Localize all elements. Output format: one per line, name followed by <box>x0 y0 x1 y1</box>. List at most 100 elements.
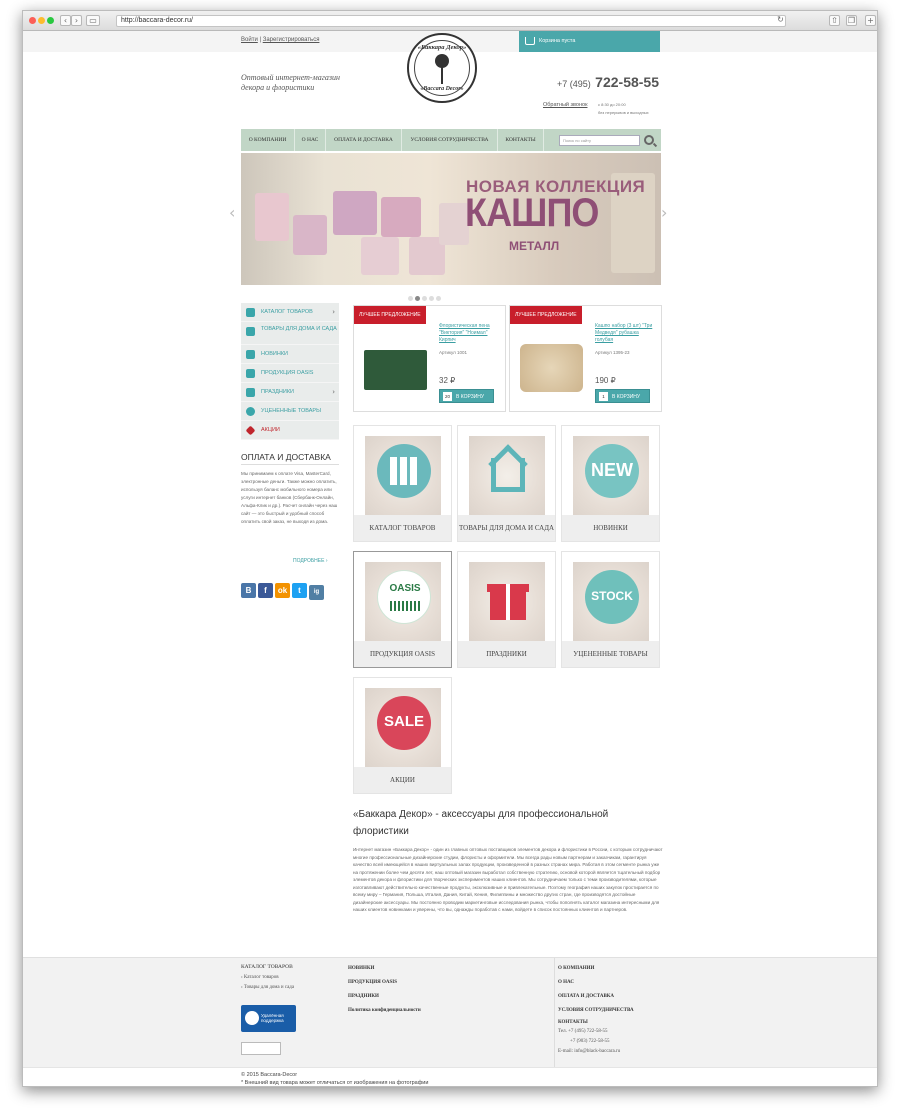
sidebar-item-holidays[interactable]: ПРАЗДНИКИ › <box>241 383 339 402</box>
category-tile-new[interactable]: NEW НОВИНКИ <box>561 425 660 542</box>
footer-col-catalog: КАТАЛОГ ТОВАРОВ › Каталог товаров › Това… <box>241 964 294 993</box>
facebook-icon[interactable]: f <box>258 583 273 598</box>
new-tab-icon[interactable]: + <box>865 15 876 26</box>
tile-label: АКЦИИ <box>354 767 451 793</box>
sidebar-item-discount[interactable]: УЦЕНЕННЫЕ ТОВАРЫ <box>241 402 339 421</box>
nav-item-terms[interactable]: УСЛОВИЯ СОТРУДНИЧЕСТВА <box>402 129 498 151</box>
slider-prev-icon[interactable]: ‹ <box>229 203 235 222</box>
category-tile-catalog[interactable]: КАТАЛОГ ТОВАРОВ <box>353 425 452 542</box>
sidebar-item-sales[interactable]: АКЦИИ <box>241 421 339 440</box>
sidebar-item-new[interactable]: НОВИНКИ <box>241 345 339 364</box>
category-tile-sales[interactable]: SALE АКЦИИ <box>353 677 452 794</box>
category-tile-holidays[interactable]: ПРАЗДНИКИ <box>457 551 556 668</box>
product-image-basket[interactable] <box>520 344 583 392</box>
footer-link[interactable]: О НАС <box>558 976 634 990</box>
add-to-cart-button[interactable]: 20 В КОРЗИНУ <box>439 389 494 403</box>
teamviewer-support-button[interactable]: Удалённая поддержка <box>241 1005 296 1032</box>
product-image-foam[interactable] <box>364 350 427 390</box>
sidebar-item-home-garden[interactable]: ТОВАРЫ ДЛЯ ДОМА И САДА <box>241 322 339 345</box>
banner-pot-image <box>381 197 421 237</box>
footer-link[interactable]: ПРОДУКЦИЯ OASIS <box>348 976 421 990</box>
footer-link[interactable]: О КОМПАНИИ <box>558 962 634 976</box>
slider-next-icon[interactable]: › <box>661 203 667 222</box>
add-to-cart-label: В КОРЗИНУ <box>456 394 485 400</box>
slider-dot[interactable] <box>429 296 434 301</box>
category-tile-home-garden[interactable]: ТОВАРЫ ДЛЯ ДОМА И САДА <box>457 425 556 542</box>
quantity-field[interactable]: 20 <box>443 392 452 401</box>
footer-link[interactable]: УСЛОВИЯ СОТРУДНИЧЕСТВА <box>558 1004 634 1018</box>
twitter-icon[interactable]: t <box>292 583 307 598</box>
circle-text: OASIS <box>389 583 421 594</box>
stock-icon: STOCK <box>585 570 639 624</box>
slider-dot[interactable] <box>422 296 427 301</box>
footer-link[interactable]: ПРАЗДНИКИ <box>348 990 421 1004</box>
category-tile-oasis[interactable]: OASIS ПРОДУКЦИЯ OASIS <box>353 551 452 668</box>
tile-image <box>469 562 545 642</box>
search-input[interactable]: Поиск по сайту <box>559 135 640 146</box>
payment-more-link[interactable]: ПОДРОБНЕЕ › <box>293 558 328 564</box>
minimize-window-icon[interactable] <box>38 17 45 24</box>
slider-dot[interactable] <box>408 296 413 301</box>
address-bar[interactable]: http://baccara-decor.ru/ <box>116 15 786 27</box>
footer-link-label: Товары для дома и сада <box>243 985 295 990</box>
callback-link[interactable]: Обратный звонок <box>543 102 587 108</box>
hero-banner[interactable]: НОВАЯ КОЛЛЕКЦИЯ КАШПО МЕТАЛЛ <box>241 153 661 285</box>
auth-separator: | <box>259 37 262 43</box>
category-sidebar: КАТАЛОГ ТОВАРОВ › ТОВАРЫ ДЛЯ ДОМА И САДА … <box>241 303 339 440</box>
banner-line-3: МЕТАЛЛ <box>509 239 560 253</box>
product-price: 190 ₽ <box>595 376 616 385</box>
search-icon[interactable] <box>644 135 654 145</box>
footer-link[interactable]: › Товары для дома и сада <box>241 983 294 993</box>
register-link[interactable]: Зарегистрироваться <box>263 37 320 43</box>
back-icon[interactable]: ‹ <box>60 15 71 26</box>
nav-item-about[interactable]: О НАС <box>295 129 326 151</box>
cart-label: Корзина пуста <box>539 38 576 44</box>
instagram-icon[interactable]: ig <box>309 585 324 600</box>
site-tagline: Оптовый интернет-магазин декора и флорис… <box>241 73 340 93</box>
circle-text: SALE <box>383 713 424 730</box>
sidebar-item-catalog[interactable]: КАТАЛОГ ТОВАРОВ › <box>241 303 339 322</box>
banner-pot-image <box>255 193 289 241</box>
close-window-icon[interactable] <box>29 17 36 24</box>
quantity-field[interactable]: 1 <box>599 392 608 401</box>
site-logo[interactable]: «Баккара Декор» «Baccara Decor» <box>407 33 477 103</box>
reload-icon[interactable]: ↻ <box>775 15 786 26</box>
tile-image: STOCK <box>573 562 649 642</box>
slider-dot-active[interactable] <box>415 296 420 301</box>
odnoklassniki-icon[interactable]: ok <box>275 583 290 598</box>
category-tile-discount[interactable]: STOCK УЦЕНЕННЫЕ ТОВАРЫ <box>561 551 660 668</box>
footer-email[interactable]: E-mail: info@black-baccara.ru <box>558 1047 634 1057</box>
rose-icon <box>435 54 449 68</box>
sidebar-toggle-icon[interactable]: ▭ <box>86 15 100 26</box>
visitor-counter[interactable] <box>241 1042 281 1055</box>
sidebar-item-oasis[interactable]: ПРОДУКЦИЯ OASIS <box>241 364 339 383</box>
product-name-link[interactable]: Флористическая пена "Виктория" "Ноимал" … <box>439 323 499 344</box>
tree-icon <box>246 369 255 378</box>
best-offer-badge: ЛУЧШЕЕ ПРЕДЛОЖЕНИЕ <box>510 306 582 324</box>
tagline-line-1: Оптовый интернет-магазин <box>241 73 340 82</box>
login-link[interactable]: Войти <box>241 37 258 43</box>
tabs-icon[interactable]: ❐ <box>846 15 857 26</box>
footer-link[interactable]: НОВИНКИ <box>348 962 421 976</box>
product-name-link[interactable]: Кашпо набор (3 шт) "Три Медведя" рубашка… <box>595 323 655 344</box>
nav-item-contacts[interactable]: КОНТАКТЫ <box>498 129 544 151</box>
zoom-window-icon[interactable] <box>47 17 54 24</box>
footer-link[interactable]: › Каталог товаров <box>241 973 294 983</box>
tile-label: КАТАЛОГ ТОВАРОВ <box>354 515 451 541</box>
forward-icon[interactable]: › <box>71 15 82 26</box>
house-icon <box>246 327 255 336</box>
sidebar-item-label: НОВИНКИ <box>261 351 289 357</box>
nav-item-delivery[interactable]: ОПЛАТА И ДОСТАВКА <box>326 129 402 151</box>
cart-button[interactable]: Корзина пуста <box>519 31 660 52</box>
vk-icon[interactable]: В <box>241 583 256 598</box>
share-icon[interactable]: ⇧ <box>829 15 840 26</box>
add-to-cart-button[interactable]: 1 В КОРЗИНУ <box>595 389 650 403</box>
footer-link[interactable]: Политика конфиденциальности <box>348 1004 421 1018</box>
footer-link[interactable]: ОПЛАТА И ДОСТАВКА <box>558 990 634 1004</box>
sidebar-item-label: КАТАЛОГ ТОВАРОВ <box>261 309 313 315</box>
footer-link[interactable]: КОНТАКТЫ <box>558 1018 634 1027</box>
slider-dot[interactable] <box>436 296 441 301</box>
nav-item-company[interactable]: О КОМПАНИИ <box>241 129 295 151</box>
offer-card: ЛУЧШЕЕ ПРЕДЛОЖЕНИЕ Флористическая пена "… <box>353 305 506 412</box>
chevron-right-icon: › <box>332 388 335 396</box>
